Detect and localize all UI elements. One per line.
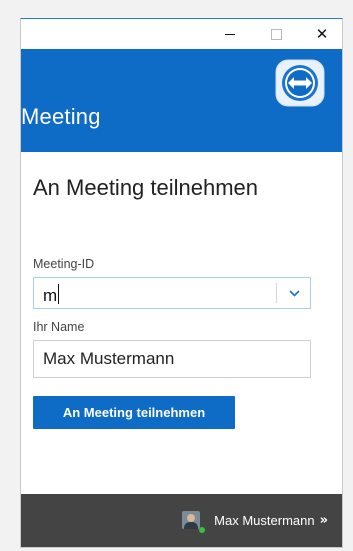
minimize-button[interactable] <box>207 19 253 49</box>
meeting-id-dropdown-button[interactable] <box>278 278 310 308</box>
teamviewer-logo-icon <box>275 59 325 107</box>
user-name: Max Mustermann <box>214 512 315 528</box>
chevron-right-icon: » <box>319 512 328 528</box>
avatar <box>182 511 201 529</box>
page-title: An Meeting teilnehmen <box>33 175 259 200</box>
footer-bar: Max Mustermann » <box>21 494 342 547</box>
meeting-window: ✕ Meeting An Meeting teilnehmen Meeting-… <box>20 18 343 548</box>
name-label: Ihr Name <box>33 320 85 334</box>
header-banner: Meeting <box>21 49 342 152</box>
maximize-button[interactable] <box>253 19 299 49</box>
join-meeting-button[interactable]: An Meeting teilnehmen <box>33 396 235 429</box>
header-title: Meeting <box>21 104 101 129</box>
account-menu[interactable]: Max Mustermann » <box>182 511 328 533</box>
name-value: Max Mustermann <box>43 349 175 368</box>
online-status-icon <box>199 527 206 533</box>
meeting-id-value: m <box>43 286 58 305</box>
meeting-id-combobox[interactable]: m <box>33 277 311 309</box>
close-icon: ✕ <box>315 24 329 43</box>
chevron-down-icon <box>288 289 300 297</box>
title-bar: ✕ <box>21 19 342 49</box>
meeting-id-label: Meeting-ID <box>33 257 95 271</box>
close-button[interactable]: ✕ <box>299 19 342 49</box>
minimize-icon <box>225 34 235 35</box>
content-area: An Meeting teilnehmen Meeting-ID m Ihr N… <box>21 152 342 494</box>
text-caret <box>58 284 60 304</box>
combo-separator <box>276 283 277 303</box>
meeting-id-field[interactable]: m <box>43 284 60 306</box>
name-field[interactable]: Max Mustermann <box>33 340 311 378</box>
maximize-icon <box>270 28 282 40</box>
